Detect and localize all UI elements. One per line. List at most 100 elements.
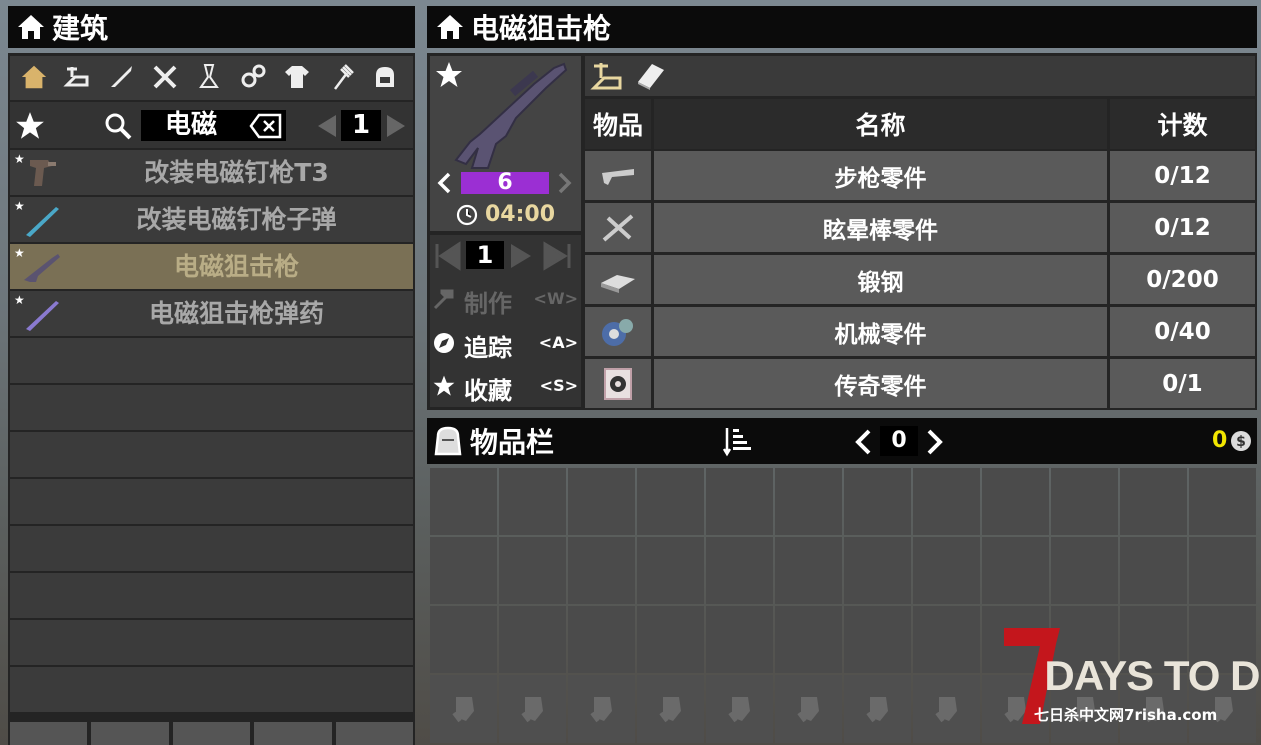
quantity-max-button[interactable] [543,241,573,271]
inventory-slot[interactable] [844,606,911,673]
toolbelt-slot[interactable] [913,675,980,743]
inventory-slot[interactable] [1120,537,1187,604]
toolbelt-slot[interactable] [568,675,635,743]
bottom-tab[interactable] [335,722,414,745]
inventory-slot[interactable] [1189,537,1256,604]
toolbelt-slot[interactable] [637,675,704,743]
inventory-slot[interactable] [637,537,704,604]
craft-time: 04:00 [485,202,556,227]
recipe-row[interactable]: ★ 改装电磁钉枪T3 [10,150,413,197]
recipe-label: 改装电磁钉枪子弹 [136,205,337,234]
building-icon[interactable] [60,60,94,94]
quality-bar: 6 [461,172,549,194]
bottom-tab[interactable] [172,722,251,745]
bottom-tab[interactable] [91,722,169,745]
column-header-name: 名称 [654,99,1107,149]
home-icon [435,12,465,42]
recipe-row[interactable]: ★ 电磁狙击枪弹药 [10,291,413,338]
inventory-slot[interactable] [499,468,566,535]
inventory-prev-button[interactable] [853,428,873,456]
inventory-slot[interactable] [499,537,566,604]
quantity-min-button[interactable] [433,241,461,271]
description-book-icon[interactable] [634,60,666,90]
detail-title: 电磁狙击枪 [471,12,612,45]
game-logo: 7DAYS TO DIE 七日杀中文网7risha.com [1000,624,1261,734]
bottom-tab[interactable] [10,722,88,745]
toolbelt-slot[interactable] [844,675,911,743]
ingredients-tab-bar [585,56,1255,96]
ingredient-row: 传奇零件 0/1 [585,359,1255,408]
inventory-slot[interactable] [775,606,842,673]
quality-prev-button[interactable] [436,171,452,195]
ingredient-row: 步枪零件 0/12 [585,151,1255,200]
ingredient-name: 眩晕棒零件 [654,203,1107,252]
inventory-slot[interactable] [430,537,497,604]
ingredient-name: 锻钢 [654,255,1107,304]
inventory-slot[interactable] [913,537,980,604]
toolbelt-slot[interactable] [706,675,773,743]
ingredient-count: 0/12 [1110,151,1255,200]
coin-icon: $ [1230,430,1252,452]
decor-icon[interactable] [368,60,402,94]
inventory-slot[interactable] [982,537,1049,604]
inventory-slot[interactable] [1051,537,1118,604]
mechanical-parts-icon [585,307,651,356]
clear-search-icon[interactable] [249,113,283,139]
inventory-next-button[interactable] [925,428,945,456]
inventory-slot[interactable] [775,537,842,604]
inventory-slot[interactable] [913,606,980,673]
clothing-icon[interactable] [280,60,314,94]
inventory-slot[interactable] [430,468,497,535]
craft-key: <W> [533,289,578,308]
favorite-button[interactable]: 收藏 <S> [432,371,580,405]
sniper-ammo-icon [22,297,62,331]
quantity-next-button[interactable] [509,241,535,271]
home-icon[interactable] [17,60,51,94]
inventory-slot[interactable] [844,468,911,535]
tools-icon[interactable] [148,60,182,94]
recipe-row[interactable]: ★ 改装电磁钉枪子弹 [10,197,413,244]
inventory-slot[interactable] [1120,468,1187,535]
inventory-slot[interactable] [706,606,773,673]
inventory-slot[interactable] [706,537,773,604]
toolbelt-slot[interactable] [430,675,497,743]
inventory-slot[interactable] [913,468,980,535]
page-prev-button[interactable] [314,113,338,139]
craft-button[interactable]: 制作 <W> [432,284,580,318]
track-button[interactable]: 追踪 <A> [432,328,580,362]
ingredient-count: 0/200 [1110,255,1255,304]
crafting-title: 建筑 [52,12,109,45]
inventory-slot[interactable] [1189,468,1256,535]
inventory-slot[interactable] [1051,468,1118,535]
ingredient-count: 0/12 [1110,203,1255,252]
inventory-slot[interactable] [568,468,635,535]
toolbelt-slot[interactable] [499,675,566,743]
inventory-slot[interactable] [637,606,704,673]
recipe-row-selected[interactable]: ★ 电磁狙击枪 [10,244,413,291]
quality-next-button[interactable] [557,171,573,195]
bottom-tab[interactable] [254,722,332,745]
inventory-slot[interactable] [844,537,911,604]
ingredient-name: 传奇零件 [654,359,1107,408]
food-icon[interactable] [324,60,358,94]
inventory-slot[interactable] [430,606,497,673]
inventory-slot[interactable] [706,468,773,535]
quantity-value[interactable]: 1 [466,241,504,269]
inventory-slot[interactable] [637,468,704,535]
inventory-slot[interactable] [775,468,842,535]
inventory-slot[interactable] [568,537,635,604]
recipe-row-empty [10,432,413,479]
parts-icon[interactable] [236,60,270,94]
toolbelt-slot[interactable] [775,675,842,743]
weapons-icon[interactable] [104,60,138,94]
favorites-filter-icon[interactable] [14,110,46,142]
science-icon[interactable] [192,60,226,94]
inventory-slot[interactable] [499,606,566,673]
page-next-button[interactable] [385,113,409,139]
inventory-slot[interactable] [982,468,1049,535]
sort-icon[interactable] [722,425,754,457]
hand-slot-icon [934,697,957,723]
workbench-icon[interactable] [590,60,624,92]
inventory-slot[interactable] [568,606,635,673]
column-header-count: 计数 [1110,99,1255,149]
